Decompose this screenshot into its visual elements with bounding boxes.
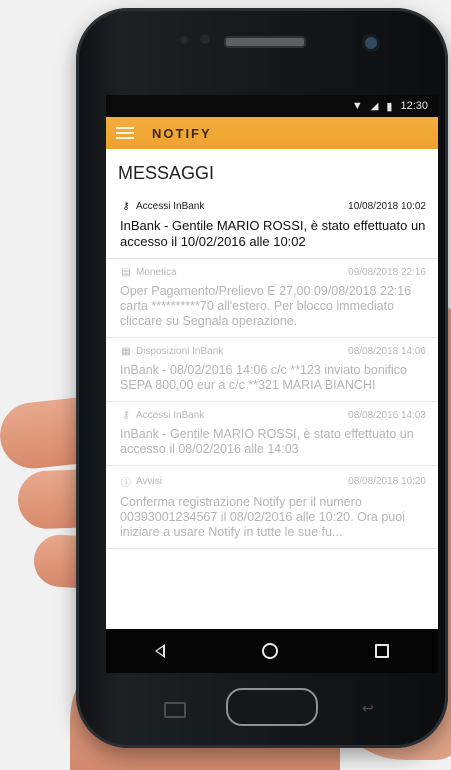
message-date: 10/08/2018 10:02 [348,201,426,212]
status-bar: ▼ ◢ ▮ 12:30 [106,95,438,117]
hardware-back-button[interactable]: ↩ [362,701,380,715]
hardware-recent-button[interactable] [164,702,186,718]
wifi-icon: ▼ [351,100,363,112]
message-body: InBank - 08/02/2016 14:06 c/c **123 invi… [120,363,408,392]
nav-recent-apps-icon[interactable] [375,644,390,658]
document-icon: ▦ [121,346,131,357]
message-date: 09/08/2018 22:16 [348,267,426,278]
message-category: Accessi InBank [136,410,205,421]
battery-icon: ▮ [386,100,393,113]
earpiece-speaker [224,36,306,48]
message-body: Oper Pagamento/Prelievo E 27,00 09/08/20… [120,284,412,328]
message-item[interactable]: ⚷ Accessi InBank 08/08/2016 14:03 InBank… [106,402,438,466]
message-category: Disposizioni InBank [136,346,224,357]
key-icon: ⚷ [122,410,130,421]
front-camera [362,34,380,52]
status-time: 12:30 [400,100,428,112]
message-date: 08/08/2018 14:06 [348,346,426,357]
message-category: Avvisi [136,476,162,487]
message-body: InBank - Gentile MARIO ROSSI, è stato ef… [120,427,414,456]
nav-back-icon[interactable] [154,644,165,658]
nav-home-icon[interactable] [261,643,278,659]
proximity-sensor [200,34,210,44]
message-category: Monetica [136,267,177,278]
page-title: MESSAGGI [118,163,215,183]
message-item[interactable]: ▦ Disposizioni InBank 08/08/2018 14:06 I… [106,338,438,402]
message-body: Conferma registrazione Notify per il num… [120,495,405,539]
message-body: InBank - Gentile MARIO ROSSI, è stato ef… [120,218,426,249]
message-date: 08/08/2018 10:20 [348,476,426,487]
hardware-home-button[interactable] [226,688,318,726]
info-icon: ⓘ [121,478,131,489]
message-category: Accessi InBank [136,201,205,212]
message-item[interactable]: ▤ Monetica 09/08/2018 22:16 Oper Pagamen… [106,259,438,338]
message-item[interactable]: ⓘ Avvisi 08/08/2018 10:20 Conferma regis… [106,466,438,549]
key-icon: ⚷ [122,201,130,212]
card-icon: ▤ [121,267,131,278]
app-title: NOTIFY [152,125,212,141]
light-sensor [180,36,188,44]
app-bar: NOTIFY [106,117,438,149]
message-list: MESSAGGI ⚷ Accessi InBank 10/08/2018 10:… [106,149,438,549]
signal-icon: ◢ [370,100,379,112]
phone-screen: ▼ ◢ ▮ 12:30 NOTIFY MESSAGGI ⚷ Accessi In… [106,95,438,673]
menu-icon[interactable] [116,127,134,139]
message-item[interactable]: ⚷ Accessi InBank 10/08/2018 10:02 InBank… [106,193,438,259]
message-date: 08/08/2016 14:03 [348,410,426,421]
android-nav-bar [106,629,438,673]
